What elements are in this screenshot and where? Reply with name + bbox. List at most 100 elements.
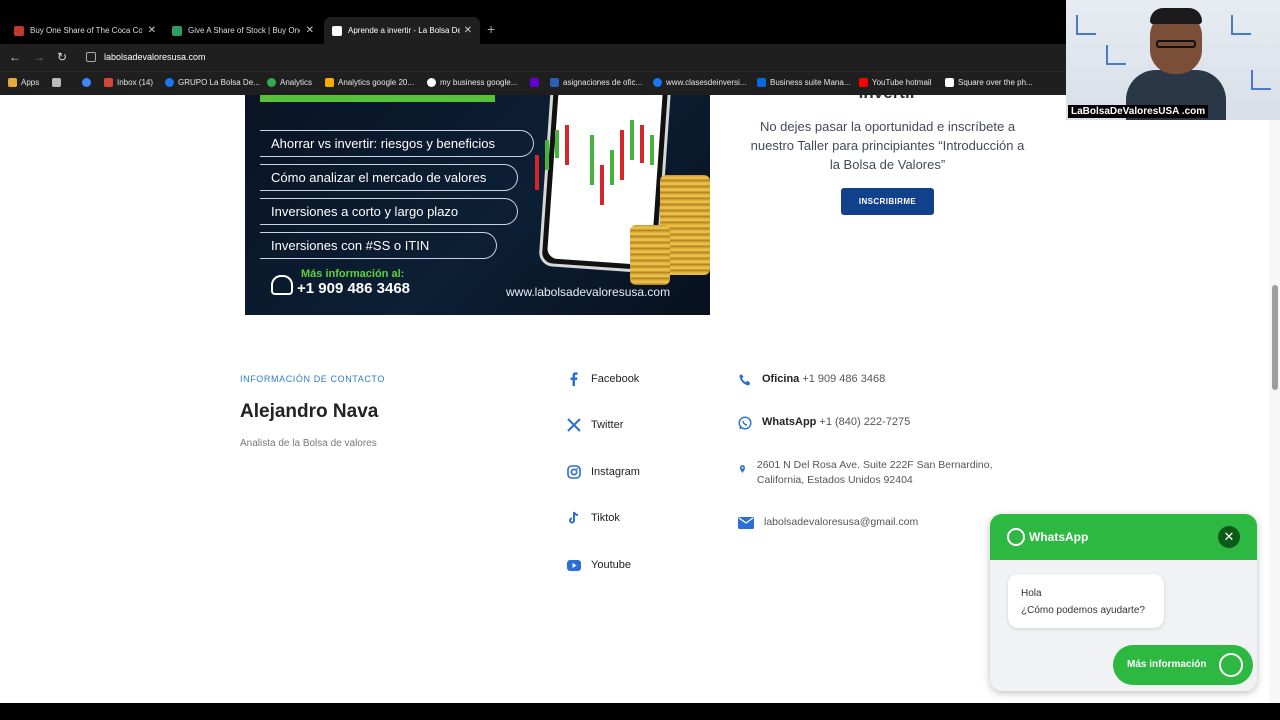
presenter-hair	[1150, 8, 1202, 24]
phone-icon	[739, 374, 751, 386]
bottom-bar	[0, 703, 1280, 720]
grid-icon	[52, 78, 61, 87]
bookmark-square[interactable]: Square over the ph...	[945, 78, 1033, 87]
browser-tab[interactable]: Buy One Share of The Coca Co... ✕	[6, 17, 164, 44]
bookmark-label: Apps	[21, 78, 40, 87]
reload-icon[interactable]: ↻	[55, 50, 69, 64]
forward-icon[interactable]: →	[32, 50, 46, 64]
tab-favicon-icon	[172, 25, 182, 36]
facebook-icon	[567, 372, 581, 386]
candlestick	[620, 130, 624, 180]
close-icon[interactable]: ✕	[464, 25, 472, 36]
bookmark-inbox[interactable]: Inbox (14)	[104, 78, 153, 87]
social-link-instagram[interactable]: Instagram	[567, 465, 640, 479]
bookmark-youtube[interactable]: YouTube hotmail	[859, 78, 931, 87]
bookmark-yahoo[interactable]	[530, 78, 543, 87]
site-info-icon[interactable]	[86, 52, 96, 62]
candlestick	[640, 125, 644, 163]
bookmark-analytics-google[interactable]: Analytics google 20...	[325, 78, 414, 87]
mas-informacion-label: Más información	[1127, 659, 1207, 670]
browser-tab[interactable]: Give A Share of Stock | Buy One ✕	[164, 17, 322, 44]
social-link-youtube[interactable]: Youtube	[567, 558, 631, 572]
banner-info-label: Más información al:	[301, 268, 405, 280]
facebook-icon	[653, 78, 662, 87]
candlestick	[555, 130, 559, 158]
bookmark-my-business[interactable]: my business google...	[427, 78, 517, 87]
email-icon	[738, 517, 754, 529]
page-scrollbar[interactable]	[1269, 95, 1280, 703]
chart-decoration-icon	[1251, 70, 1271, 90]
banner-topic: Cómo analizar el mercado de valores	[260, 164, 518, 191]
close-icon[interactable]: ✕	[148, 25, 156, 36]
whatsapp-close-button[interactable]: ✕	[1218, 526, 1240, 548]
back-icon[interactable]: ←	[8, 50, 22, 64]
tab-title: Buy One Share of The Coca Co...	[30, 26, 142, 35]
new-tab-icon[interactable]: +	[487, 21, 495, 37]
scrollbar-thumb[interactable]	[1272, 285, 1278, 390]
office-label: Oficina	[762, 373, 800, 385]
whatsapp-icon	[738, 416, 752, 430]
google-icon[interactable]	[82, 78, 95, 87]
greeting-line: ¿Cómo podemos ayudarte?	[1021, 605, 1145, 616]
meta-icon	[757, 78, 766, 87]
bookmark-label: Analytics google 20...	[338, 78, 415, 87]
headset-icon	[271, 275, 293, 295]
location-pin-icon	[739, 465, 745, 473]
social-link-tiktok[interactable]: Tiktok	[567, 511, 620, 525]
candlestick	[650, 135, 654, 165]
candlestick	[610, 150, 614, 185]
bookmark-icon	[550, 78, 559, 87]
candlestick	[535, 155, 539, 190]
whatsapp-icon	[1219, 653, 1243, 677]
email-text[interactable]: labolsadevaloresusa@gmail.com	[764, 516, 918, 528]
bookmark-business-suite[interactable]: Business suite Mana...	[757, 78, 850, 87]
social-label: Youtube	[591, 559, 631, 571]
bookmark-label: asignaciones de ofic...	[563, 78, 643, 87]
google-icon	[427, 78, 436, 87]
social-link-twitter[interactable]: Twitter	[567, 418, 623, 432]
x-twitter-icon	[567, 418, 581, 432]
bookmark-apps[interactable]: Apps	[8, 78, 39, 87]
banner-phone: +1 909 486 3468	[297, 280, 411, 297]
contact-name: Alejandro Nava	[240, 401, 379, 422]
instagram-icon	[567, 465, 581, 479]
candlestick	[600, 165, 604, 205]
whatsapp-phone[interactable]: +1 (840) 222-7275	[819, 416, 910, 428]
close-icon[interactable]: ✕	[306, 25, 314, 36]
bookmark-label: Business suite Mana...	[770, 78, 851, 87]
bookmark-clases[interactable]: www.clasesdeinversi...	[653, 78, 746, 87]
tiktok-icon	[567, 511, 581, 525]
whatsapp-label: WhatsApp	[762, 416, 817, 428]
bookmark-label: YouTube hotmail	[872, 78, 932, 87]
social-link-facebook[interactable]: Facebook	[567, 372, 639, 386]
contact-section-label: INFORMACIÓN DE CONTACTO	[240, 374, 385, 384]
bookmark-label: Square over the ph...	[958, 78, 1033, 87]
candlestick	[565, 125, 569, 165]
google-icon	[82, 78, 91, 87]
chart-decoration-icon	[1231, 15, 1251, 35]
banner-green-bar	[260, 95, 495, 102]
gmail-icon	[104, 78, 113, 87]
social-label: Twitter	[591, 419, 624, 431]
contact-address: 2601 N Del Rosa Ave. Suite 222F San Bern…	[738, 458, 1008, 488]
webcam-label: LaBolsaDeValoresUSA .com	[1068, 105, 1209, 118]
mas-informacion-button[interactable]: Más información	[1113, 645, 1253, 685]
whatsapp-widget-title: WhatsApp	[1029, 530, 1089, 544]
office-phone[interactable]: +1 909 486 3468	[802, 373, 885, 385]
inscribirme-button[interactable]: INSCRIBIRME	[841, 188, 934, 215]
url-field[interactable]: labolsadevaloresusa.com	[104, 52, 206, 62]
yahoo-icon	[530, 78, 539, 87]
youtube-icon	[859, 78, 868, 87]
grid-icon[interactable]	[52, 78, 65, 87]
candlestick	[545, 140, 549, 170]
bookmark-label: my business google...	[440, 78, 518, 87]
bookmark-analytics[interactable]: Analytics	[267, 78, 312, 87]
contact-email: labolsadevaloresusa@gmail.com	[738, 516, 918, 529]
address-text: 2601 N Del Rosa Ave. Suite 222F San Bern…	[756, 459, 993, 486]
bookmark-asignaciones[interactable]: asignaciones de ofic...	[550, 78, 642, 87]
tab-favicon-icon	[332, 25, 342, 36]
banner-topic: Ahorrar vs invertir: riesgos y beneficio…	[260, 130, 534, 157]
browser-tab-active[interactable]: Aprende a invertir - La Bolsa De ✕	[324, 17, 480, 44]
bookmark-grupo[interactable]: GRUPO La Bolsa De...	[165, 78, 260, 87]
analytics-icon	[267, 78, 276, 87]
